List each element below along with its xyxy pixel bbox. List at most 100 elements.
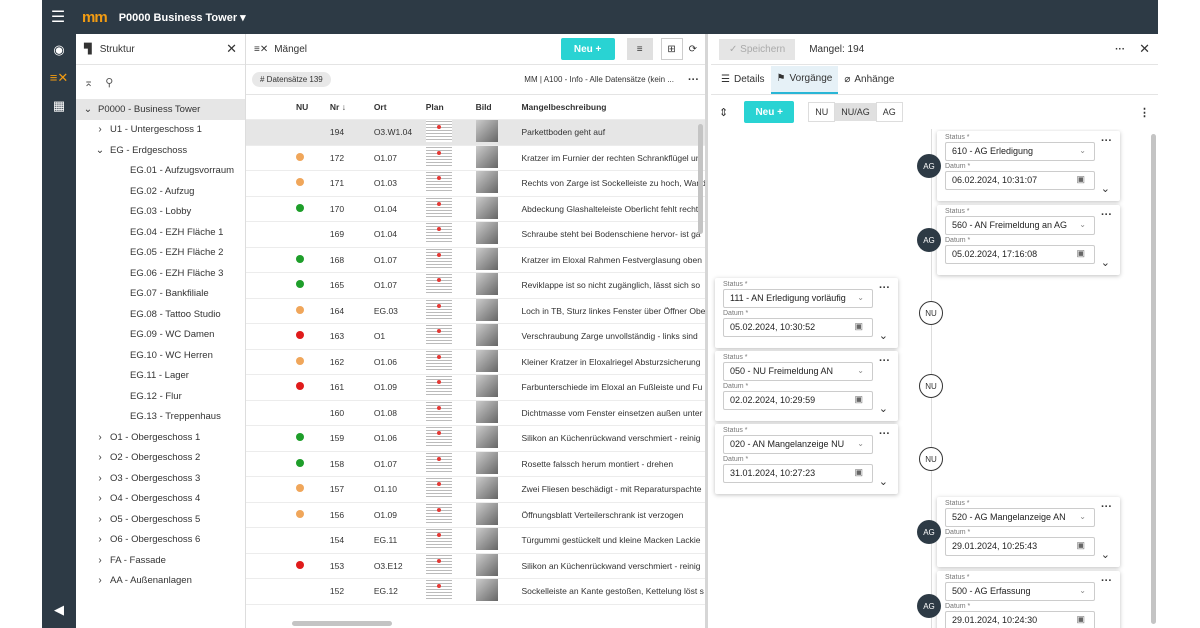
eye-icon[interactable]: ◉ xyxy=(42,36,76,64)
chevron-right-icon[interactable]: › xyxy=(94,555,106,566)
save-button[interactable]: ✓ Speichern xyxy=(719,38,796,60)
tree-node[interactable]: EG.03 - Lobby xyxy=(76,202,245,223)
tree-node[interactable]: EG.08 - Tattoo Studio xyxy=(76,304,245,325)
tree-node[interactable]: EG.09 - WC Damen xyxy=(76,325,245,346)
more-icon[interactable]: ··· xyxy=(1101,501,1112,513)
col-plan[interactable]: Plan xyxy=(426,102,476,112)
expand-icon[interactable]: ⌄ xyxy=(1101,256,1110,269)
tree-node[interactable]: › O5 - Obergeschoss 5 xyxy=(76,509,245,530)
expand-icon[interactable]: ⌄ xyxy=(879,329,888,342)
buildings-icon[interactable]: ▦ xyxy=(42,92,76,120)
tab-anhaenge[interactable]: ⌀ Anhänge xyxy=(838,66,900,94)
chevron-down-icon[interactable]: ⌄ xyxy=(94,145,106,156)
list-scrollbar[interactable] xyxy=(698,124,703,234)
chevron-right-icon[interactable]: › xyxy=(94,534,106,545)
tree-node[interactable]: EG.06 - EZH Fläche 3 xyxy=(76,263,245,284)
expand-icon[interactable]: ⌄ xyxy=(1101,548,1110,561)
plan-thumbnail[interactable] xyxy=(425,247,476,272)
table-row[interactable]: 172 O1.07 Kratzer im Furnier der rechten S… xyxy=(246,145,705,171)
process-card[interactable]: Status * 020 - AN Mangelanzeige NU ⌄ Datum … xyxy=(715,424,898,494)
table-row[interactable]: 162 O1.06 Kleiner Kratzer in Eloxalriegel … xyxy=(246,349,705,375)
plan-thumbnail[interactable] xyxy=(425,171,476,195)
tree-node[interactable]: EG.13 - Treppenhaus xyxy=(76,407,245,428)
tree-node[interactable]: EG.04 - EZH Fläche 1 xyxy=(76,222,245,243)
photo-thumbnail[interactable] xyxy=(475,298,522,323)
date-field[interactable]: 05.02.2024, 17:16:08 ▣ xyxy=(945,245,1095,264)
process-card[interactable]: Status * 560 - AN Freimeldung an AG ⌄ Datum… xyxy=(937,205,1120,275)
expand-icon[interactable]: ⌄ xyxy=(879,475,888,488)
more-icon[interactable]: ··· xyxy=(879,355,890,367)
tree-node[interactable]: › U1 - Untergeschoss 1 xyxy=(76,120,245,141)
plan-thumbnail[interactable] xyxy=(425,145,476,170)
megaphone-icon[interactable]: ◀ xyxy=(42,596,76,624)
new-defect-button[interactable]: Neu + xyxy=(560,38,615,60)
more-icon[interactable]: ··· xyxy=(879,282,890,294)
photo-thumbnail[interactable] xyxy=(475,349,522,374)
refresh-icon[interactable]: ⟳ xyxy=(689,44,697,55)
col-bild[interactable]: Bild xyxy=(476,102,522,112)
date-field[interactable]: 29.01.2024, 10:24:30 ▣ xyxy=(945,611,1095,628)
tree-node[interactable]: › O2 - Obergeschoss 2 xyxy=(76,448,245,469)
plan-thumbnail[interactable] xyxy=(425,528,476,552)
status-select[interactable]: 610 - AG Erledigung ⌄ xyxy=(945,142,1095,161)
tree-node[interactable]: EG.11 - Lager xyxy=(76,366,245,387)
table-row[interactable]: 169 O1.04 Schraube steht bei Bodenschiene … xyxy=(246,222,705,248)
table-row[interactable]: 154 EG.11 Türgummi gestückelt und kleine M… xyxy=(246,528,705,554)
date-field[interactable]: 02.02.2024, 10:29:59 ▣ xyxy=(723,391,873,410)
new-process-button[interactable]: Neu + xyxy=(744,101,795,123)
plan-thumbnail[interactable] xyxy=(425,375,476,399)
photo-thumbnail[interactable] xyxy=(475,324,522,348)
chevron-right-icon[interactable]: › xyxy=(94,493,106,504)
table-row[interactable]: 158 O1.07 Rosette falssch herum montiert -… xyxy=(246,451,705,477)
photo-thumbnail[interactable] xyxy=(475,579,522,603)
table-row[interactable]: 170 O1.04 Abdeckung Glashalteleiste Oberli… xyxy=(246,196,705,222)
filter-ag[interactable]: AG xyxy=(875,102,903,122)
process-card[interactable]: Status * 610 - AG Erledigung ⌄ Datum * 06.02… xyxy=(937,131,1120,201)
plan-thumbnail[interactable] xyxy=(425,553,476,578)
plan-thumbnail[interactable] xyxy=(425,120,476,144)
more-icon[interactable]: ··· xyxy=(1101,575,1112,587)
col-nr[interactable]: Nr ↓ xyxy=(326,102,374,112)
table-row[interactable]: 160 O1.08 Dichtmasse vom Fenster einsetzen… xyxy=(246,400,705,426)
photo-thumbnail[interactable] xyxy=(475,145,522,170)
tree-node[interactable]: › FA - Fassade xyxy=(76,550,245,571)
collapse-all-icon[interactable]: ⌅ xyxy=(84,76,93,89)
chevron-right-icon[interactable]: › xyxy=(94,473,106,484)
table-row[interactable]: 194 O3.W1.04 Parkettboden geht auf xyxy=(246,120,705,146)
chevron-right-icon[interactable]: › xyxy=(94,124,106,135)
close-icon[interactable]: ✕ xyxy=(1139,41,1150,57)
table-row[interactable]: 161 O1.09 Farbunterschiede im Eloxal an Fu… xyxy=(246,375,705,401)
status-select[interactable]: 020 - AN Mangelanzeige NU ⌄ xyxy=(723,435,873,454)
plan-thumbnail[interactable] xyxy=(425,502,476,527)
plan-thumbnail[interactable] xyxy=(425,426,476,450)
sort-icon[interactable]: ⇕ xyxy=(719,106,728,119)
filter-nuag[interactable]: NU/AG xyxy=(835,103,876,121)
col-ort[interactable]: Ort xyxy=(374,102,426,112)
plan-thumbnail[interactable] xyxy=(425,196,476,221)
table-row[interactable]: 152 EG.12 Sockelleiste an Kante gestoßen, … xyxy=(246,579,705,605)
more-icon[interactable]: ··· xyxy=(688,74,699,86)
more-vertical-icon[interactable]: ⋮ xyxy=(1139,106,1150,119)
photo-thumbnail[interactable] xyxy=(475,375,522,399)
tree-node[interactable]: EG.07 - Bankfiliale xyxy=(76,284,245,305)
date-field[interactable]: 29.01.2024, 10:25:43 ▣ xyxy=(945,537,1095,556)
status-select[interactable]: 111 - AN Erledigung vorläufig ⌄ xyxy=(723,289,873,308)
table-row[interactable]: 163 O1 Verschraubung Zarge unvollständig -… xyxy=(246,324,705,350)
plan-thumbnail[interactable] xyxy=(425,477,476,501)
plan-thumbnail[interactable] xyxy=(425,400,476,425)
more-icon[interactable]: ··· xyxy=(1101,209,1112,221)
timeline-scrollbar[interactable] xyxy=(1151,134,1156,624)
status-select[interactable]: 560 - AN Freimeldung an AG ⌄ xyxy=(945,216,1095,235)
date-field[interactable]: 31.01.2024, 10:27:23 ▣ xyxy=(723,464,873,483)
date-field[interactable]: 05.02.2024, 10:30:52 ▣ xyxy=(723,318,873,337)
tree-node[interactable]: EG.12 - Flur xyxy=(76,386,245,407)
photo-thumbnail[interactable] xyxy=(475,196,522,221)
photo-thumbnail[interactable] xyxy=(475,477,522,501)
tree-node[interactable]: EG.02 - Aufzug xyxy=(76,181,245,202)
close-icon[interactable]: ✕ xyxy=(226,41,237,57)
table-row[interactable]: 164 EG.03 Loch in TB, Sturz linkes Fenster… xyxy=(246,298,705,324)
chevron-down-icon[interactable]: ⌄ xyxy=(82,104,94,115)
chevron-right-icon[interactable]: › xyxy=(94,452,106,463)
more-icon[interactable]: ··· xyxy=(1115,44,1125,55)
layout-icon[interactable]: ⊞ xyxy=(660,38,683,60)
